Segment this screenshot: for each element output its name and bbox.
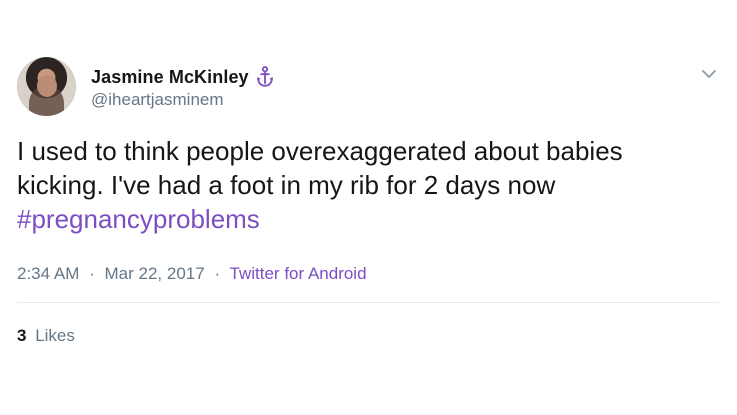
display-name[interactable]: Jasmine McKinley bbox=[91, 66, 249, 88]
avatar[interactable] bbox=[17, 57, 76, 116]
anchor-icon bbox=[257, 66, 273, 87]
tweet-card: Jasmine McKinley @iheartjasminem I used … bbox=[0, 0, 737, 415]
divider bbox=[17, 302, 719, 303]
tweet-source[interactable]: Twitter for Android bbox=[230, 264, 367, 283]
tweet-text: I used to think people overexaggerated a… bbox=[17, 134, 707, 236]
tweet-meta: 2:34 AM · Mar 22, 2017 · Twitter for And… bbox=[17, 264, 367, 284]
likes-count[interactable]: 3 Likes bbox=[17, 326, 75, 346]
tweet-date[interactable]: Mar 22, 2017 bbox=[105, 264, 205, 283]
meta-separator-2: · bbox=[214, 264, 221, 283]
likes-label: Likes bbox=[35, 326, 75, 345]
meta-separator: · bbox=[89, 264, 95, 283]
tweet-time[interactable]: 2:34 AM bbox=[17, 264, 79, 283]
likes-number: 3 bbox=[17, 326, 27, 345]
username-handle[interactable]: @iheartjasminem bbox=[91, 90, 224, 110]
chevron-down-icon[interactable] bbox=[701, 69, 717, 79]
hashtag-link[interactable]: #pregnancyproblems bbox=[17, 202, 707, 236]
tweet-text-line-1: I used to think people overexaggerated a… bbox=[17, 136, 623, 166]
tweet-text-line-2: kicking. I've had a foot in my rib for 2… bbox=[17, 170, 556, 200]
